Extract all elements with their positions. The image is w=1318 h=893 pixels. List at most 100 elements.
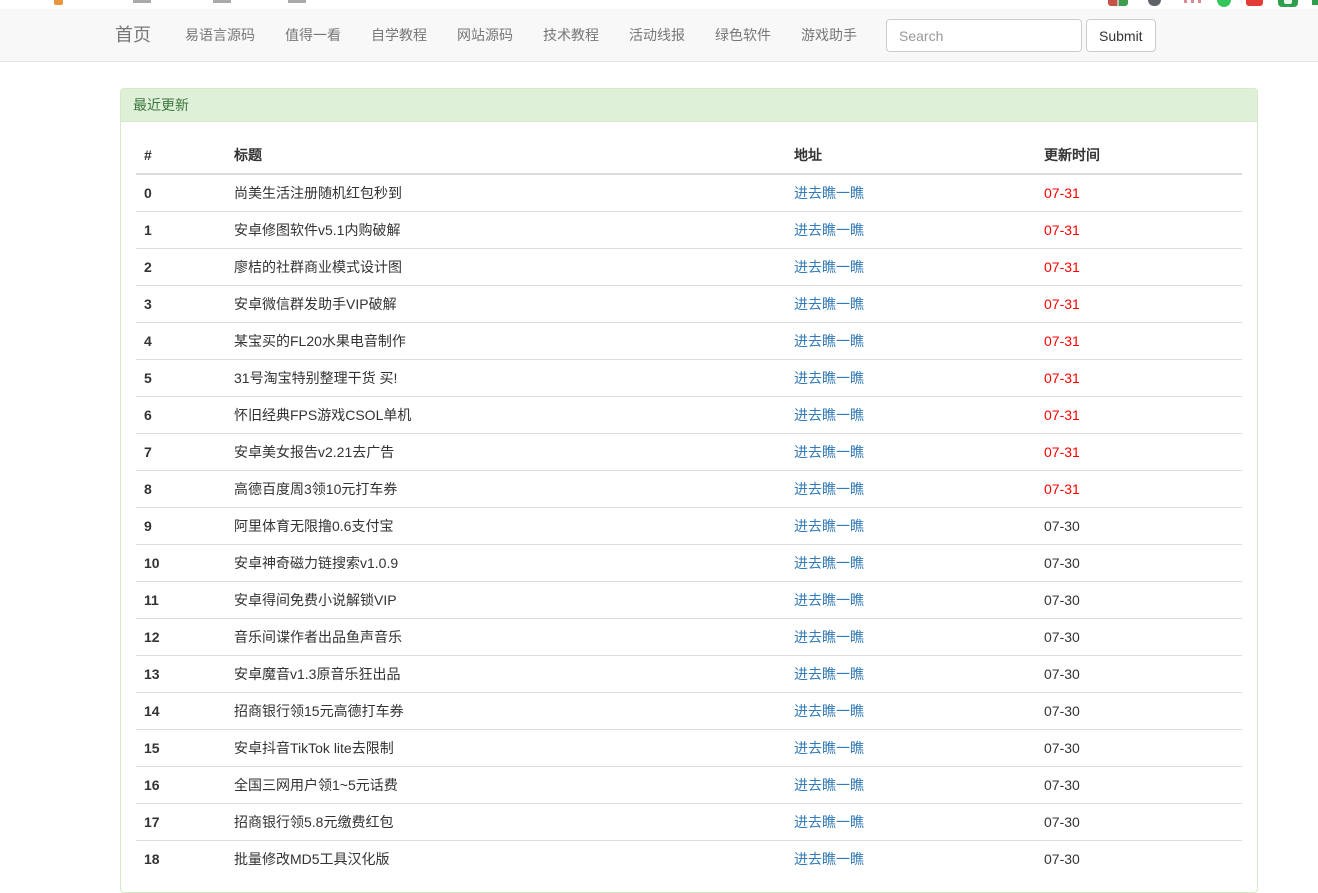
row-address-cell: 进去瞧一瞧	[786, 730, 1036, 767]
row-address-cell: 进去瞧一瞧	[786, 434, 1036, 471]
row-title: 安卓抖音TikTok lite去限制	[226, 730, 786, 767]
enter-link[interactable]: 进去瞧一瞧	[794, 592, 864, 608]
enter-link[interactable]: 进去瞧一瞧	[794, 518, 864, 534]
green-status-icon[interactable]	[1217, 0, 1231, 7]
enter-link[interactable]: 进去瞧一瞧	[794, 185, 864, 201]
row-index: 1	[136, 212, 226, 249]
nav-item-5[interactable]: 活动线报	[614, 9, 700, 62]
enter-link[interactable]: 进去瞧一瞧	[794, 814, 864, 830]
row-title: 31号淘宝特别整理干货 买!	[226, 360, 786, 397]
row-date: 07-30	[1036, 693, 1242, 730]
row-address-cell: 进去瞧一瞧	[786, 582, 1036, 619]
red-extension-icon[interactable]	[1246, 0, 1263, 6]
green-extension-icon[interactable]	[1278, 0, 1298, 7]
row-date: 07-31	[1036, 397, 1242, 434]
row-address-cell: 进去瞧一瞧	[786, 174, 1036, 212]
row-title: 尚美生活注册随机红包秒到	[226, 174, 786, 212]
row-index: 3	[136, 286, 226, 323]
row-index: 12	[136, 619, 226, 656]
col-header-address: 地址	[786, 137, 1036, 174]
row-index: 6	[136, 397, 226, 434]
enter-link[interactable]: 进去瞧一瞧	[794, 629, 864, 645]
table-row: 3 安卓微信群发助手VIP破解 进去瞧一瞧 07-31	[136, 286, 1242, 323]
translate-icon[interactable]	[1108, 0, 1128, 6]
edge-extension-fragment	[1312, 0, 1318, 5]
row-title: 阿里体育无限撸0.6支付宝	[226, 508, 786, 545]
row-title: 怀旧经典FPS游戏CSOL单机	[226, 397, 786, 434]
row-index: 18	[136, 841, 226, 878]
col-header-updated: 更新时间	[1036, 137, 1242, 174]
row-date: 07-31	[1036, 286, 1242, 323]
nav-item-1[interactable]: 值得一看	[270, 9, 356, 62]
enter-link[interactable]: 进去瞧一瞧	[794, 481, 864, 497]
enter-link[interactable]: 进去瞧一瞧	[794, 740, 864, 756]
table-row: 7 安卓美女报告v2.21去广告 进去瞧一瞧 07-31	[136, 434, 1242, 471]
table-body: 0 尚美生活注册随机红包秒到 进去瞧一瞧 07-31 1 安卓修图软件v5.1内…	[136, 174, 1242, 877]
table-row: 6 怀旧经典FPS游戏CSOL单机 进去瞧一瞧 07-31	[136, 397, 1242, 434]
row-title: 廖桔的社群商业模式设计图	[226, 249, 786, 286]
table-row: 15 安卓抖音TikTok lite去限制 进去瞧一瞧 07-30	[136, 730, 1242, 767]
enter-link[interactable]: 进去瞧一瞧	[794, 851, 864, 867]
nav-item-0[interactable]: 易语言源码	[170, 9, 270, 62]
row-title: 安卓修图软件v5.1内购破解	[226, 212, 786, 249]
menu-dots-icon[interactable]	[1184, 0, 1201, 3]
search-input[interactable]	[886, 19, 1082, 52]
row-index: 10	[136, 545, 226, 582]
bookmark-bar-fragment	[213, 0, 231, 3]
enter-link[interactable]: 进去瞧一瞧	[794, 296, 864, 312]
bookmark-bar-fragment	[288, 0, 306, 3]
row-address-cell: 进去瞧一瞧	[786, 471, 1036, 508]
profile-icon[interactable]	[1148, 0, 1161, 6]
table-row: 16 全国三网用户领1~5元话费 进去瞧一瞧 07-30	[136, 767, 1242, 804]
row-address-cell: 进去瞧一瞧	[786, 360, 1036, 397]
row-date: 07-31	[1036, 249, 1242, 286]
enter-link[interactable]: 进去瞧一瞧	[794, 555, 864, 571]
enter-link[interactable]: 进去瞧一瞧	[794, 370, 864, 386]
table-row: 14 招商银行领15元高德打车券 进去瞧一瞧 07-30	[136, 693, 1242, 730]
enter-link[interactable]: 进去瞧一瞧	[794, 407, 864, 423]
table-row: 1 安卓修图软件v5.1内购破解 进去瞧一瞧 07-31	[136, 212, 1242, 249]
row-index: 9	[136, 508, 226, 545]
row-index: 7	[136, 434, 226, 471]
row-date: 07-30	[1036, 804, 1242, 841]
row-index: 5	[136, 360, 226, 397]
row-date: 07-31	[1036, 323, 1242, 360]
recent-updates-panel: 最近更新 # 标题 地址 更新时间 0 尚美生活注册随机红包秒到	[120, 88, 1258, 893]
nav-list: 易语言源码值得一看自学教程网站源码技术教程活动线报绿色软件游戏助手	[170, 9, 872, 62]
row-title: 安卓微信群发助手VIP破解	[226, 286, 786, 323]
row-date: 07-30	[1036, 841, 1242, 878]
nav-item-2[interactable]: 自学教程	[356, 9, 442, 62]
panel-body: # 标题 地址 更新时间 0 尚美生活注册随机红包秒到 进去瞧一瞧 07-31 …	[121, 122, 1257, 892]
row-date: 07-31	[1036, 434, 1242, 471]
row-date: 07-31	[1036, 212, 1242, 249]
bookmark-bar-fragment	[133, 0, 151, 3]
table-row: 0 尚美生活注册随机红包秒到 进去瞧一瞧 07-31	[136, 174, 1242, 212]
submit-button[interactable]: Submit	[1086, 19, 1156, 52]
row-index: 13	[136, 656, 226, 693]
row-date: 07-30	[1036, 545, 1242, 582]
row-date: 07-30	[1036, 730, 1242, 767]
col-header-index: #	[136, 137, 226, 174]
row-address-cell: 进去瞧一瞧	[786, 619, 1036, 656]
table-row: 12 音乐间谍作者出品鱼声音乐 进去瞧一瞧 07-30	[136, 619, 1242, 656]
row-address-cell: 进去瞧一瞧	[786, 656, 1036, 693]
enter-link[interactable]: 进去瞧一瞧	[794, 703, 864, 719]
enter-link[interactable]: 进去瞧一瞧	[794, 666, 864, 682]
nav-item-7[interactable]: 游戏助手	[786, 9, 872, 62]
row-address-cell: 进去瞧一瞧	[786, 693, 1036, 730]
enter-link[interactable]: 进去瞧一瞧	[794, 333, 864, 349]
nav-item-6[interactable]: 绿色软件	[700, 9, 786, 62]
enter-link[interactable]: 进去瞧一瞧	[794, 259, 864, 275]
enter-link[interactable]: 进去瞧一瞧	[794, 777, 864, 793]
enter-link[interactable]: 进去瞧一瞧	[794, 222, 864, 238]
table-row: 5 31号淘宝特别整理干货 买! 进去瞧一瞧 07-31	[136, 360, 1242, 397]
row-index: 0	[136, 174, 226, 212]
nav-brand-home[interactable]: 首页	[115, 9, 151, 62]
row-title: 某宝买的FL20水果电音制作	[226, 323, 786, 360]
row-title: 招商银行领5.8元缴费红包	[226, 804, 786, 841]
nav-item-4[interactable]: 技术教程	[528, 9, 614, 62]
nav-item-3[interactable]: 网站源码	[442, 9, 528, 62]
row-index: 15	[136, 730, 226, 767]
enter-link[interactable]: 进去瞧一瞧	[794, 444, 864, 460]
row-date: 07-31	[1036, 360, 1242, 397]
